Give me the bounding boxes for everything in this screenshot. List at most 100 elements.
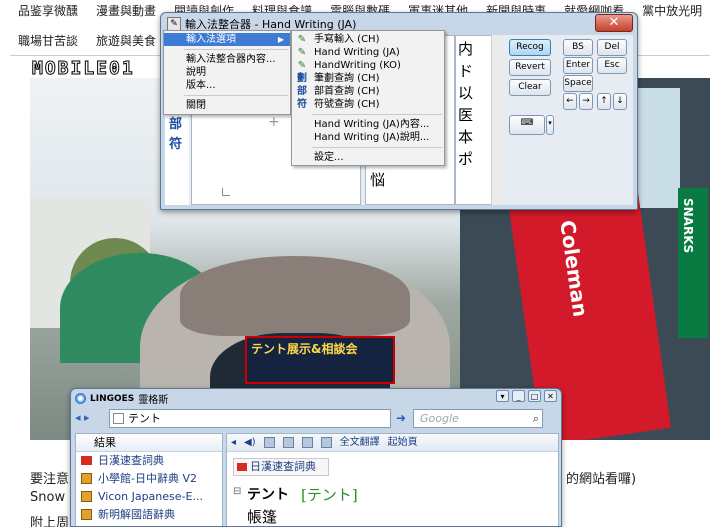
candidate-scrollbar[interactable]	[491, 35, 503, 205]
space-button[interactable]: Space	[563, 75, 593, 92]
search-value: テント	[128, 412, 161, 425]
minimize-button[interactable]: _	[512, 390, 525, 402]
symbol-icon: 符	[297, 99, 307, 110]
menu-item-close[interactable]: 關閉	[164, 99, 290, 112]
candidate-char[interactable]: 内	[458, 38, 473, 59]
speaker-icon[interactable]: ◀)	[244, 434, 256, 451]
site-logo[interactable]: MOBILE01	[32, 58, 135, 80]
radical-icon[interactable]: 部	[169, 113, 182, 132]
nav-link[interactable]: 漫畫與動畫	[96, 2, 156, 26]
nav-link[interactable]: 旅遊與美食	[96, 32, 156, 56]
pen-icon: ✎	[297, 34, 307, 45]
submenu-item-handwriting-ja[interactable]: ✎ Hand Writing (JA)	[292, 46, 444, 59]
result-item[interactable]: 小學館-日中辭典 V2	[76, 470, 222, 488]
article-text: 附上周	[30, 516, 70, 527]
book-icon	[81, 491, 92, 502]
banner-text: Coleman	[555, 218, 593, 319]
lingoes-window: LINGOES 靈格斯 ▾ _ □ ✕ ◂ ▸ テント ➜ Google ⌕ 結…	[70, 388, 562, 527]
close-button[interactable]: ✕	[595, 14, 633, 32]
save-icon[interactable]	[263, 437, 275, 448]
menu-item-version[interactable]: 版本...	[164, 79, 290, 92]
submenu-item-handwriting-ko[interactable]: ✎ HandWriting (KO)	[292, 59, 444, 72]
revert-button[interactable]: Revert	[509, 59, 551, 76]
app-name-cn: 靈格斯	[138, 395, 169, 406]
history-nav-icon[interactable]: ◂ ▸	[75, 411, 90, 424]
menu-item-label: 部首查詢 (CH)	[314, 86, 380, 97]
right-arrow-icon[interactable]: →	[579, 93, 593, 110]
copy-icon[interactable]	[282, 437, 294, 448]
enter-button[interactable]: Enter	[563, 57, 593, 74]
window-controls: ▾ _ □ ✕	[496, 390, 557, 402]
candidate-char[interactable]: 本	[458, 126, 473, 147]
menu-item-label: 輸入法選項	[186, 34, 236, 45]
collapse-icon[interactable]: ⊟	[233, 486, 241, 497]
clear-button[interactable]: Clear	[509, 79, 551, 96]
menu-separator	[312, 147, 442, 148]
submenu-item-settings[interactable]: 設定...	[292, 151, 444, 164]
result-item[interactable]: 新明解國語辭典	[76, 506, 222, 524]
candidate-char[interactable]: 医	[458, 104, 473, 125]
result-label: 新明解國語辭典	[98, 508, 175, 521]
submenu-item-help[interactable]: Hand Writing (JA)說明...	[292, 131, 444, 144]
escape-button[interactable]: Esc	[597, 57, 627, 74]
menu-item-properties[interactable]: 輸入法整合器內容...	[164, 53, 290, 66]
ime-mode-button[interactable]: ⌨	[509, 115, 545, 135]
candidate-char[interactable]: ポ	[458, 148, 473, 169]
search-icon[interactable]: ⌕	[533, 410, 539, 427]
nav-link[interactable]: 職場甘苦談	[18, 32, 78, 56]
delete-button[interactable]: Del	[597, 39, 627, 56]
definition-panel: ◂ ◀) 全文翻譯 起始頁 日漢速查詞典 ⊟ テント [テント] 帳篷	[226, 433, 559, 526]
find-icon[interactable]	[320, 437, 332, 448]
close-button[interactable]: ✕	[544, 390, 557, 402]
down-arrow-icon[interactable]: ↓	[613, 93, 627, 110]
symbol-icon[interactable]: 符	[169, 133, 182, 152]
results-header: 結果	[76, 434, 222, 452]
crosshair-icon: +	[268, 114, 280, 130]
submenu-item-stroke-lookup[interactable]: 劃 筆劃查詢 (CH)	[292, 72, 444, 85]
result-label: 小學館-日中辭典 V2	[98, 472, 197, 485]
ime-app-icon[interactable]: ✎	[167, 17, 181, 31]
result-item[interactable]: Vicon Japanese-E...	[76, 488, 222, 506]
chevron-down-icon[interactable]: ▾	[546, 115, 554, 135]
recog-button[interactable]: Recog	[509, 39, 551, 56]
candidate-char[interactable]: 悩	[370, 169, 385, 190]
menu-separator	[184, 49, 288, 50]
menu-separator	[184, 95, 288, 96]
nav-link[interactable]: 品鉴享微醺	[18, 2, 78, 26]
stroke-icon: 劃	[297, 73, 307, 84]
candidate-char[interactable]: 以	[458, 82, 473, 103]
nav-row-2: 職場甘苦談 旅遊與美食	[18, 32, 156, 56]
candidate-char[interactable]: ド	[458, 60, 473, 81]
article-text: 要注意	[30, 472, 70, 487]
lingoes-titlebar[interactable]: LINGOES 靈格斯	[75, 391, 168, 406]
submenu-item-symbol-lookup[interactable]: 符 符號查詢 (CH)	[292, 98, 444, 111]
app-name: LINGOES	[90, 393, 135, 404]
nav-link[interactable]: 黨中放光明	[642, 2, 702, 26]
china-flag-icon	[81, 456, 92, 465]
article-text: 的網站看囉)	[566, 472, 637, 487]
banner-text: SNARKS	[681, 198, 695, 254]
menu-item-help[interactable]: 說明	[164, 66, 290, 79]
left-arrow-icon[interactable]: ←	[563, 93, 577, 110]
result-item[interactable]: 日漢速查詞典	[76, 452, 222, 470]
submenu-item-radical-lookup[interactable]: 部 部首查詢 (CH)	[292, 85, 444, 98]
search-input[interactable]: テント	[109, 409, 391, 428]
menu-item-ime-options[interactable]: 輸入法選項 ▶	[164, 33, 290, 46]
results-panel: 結果 日漢速查詞典 小學館-日中辭典 V2 Vicon Japanese-E..…	[75, 433, 223, 526]
submenu-item-properties[interactable]: Hand Writing (JA)內容...	[292, 118, 444, 131]
translate-button[interactable]: 全文翻譯	[340, 434, 380, 451]
home-button[interactable]: 起始頁	[388, 434, 418, 451]
maximize-button[interactable]: □	[528, 390, 541, 402]
book-icon	[81, 509, 92, 520]
up-arrow-icon[interactable]: ↑	[597, 93, 611, 110]
menu-dropdown-button[interactable]: ▾	[496, 390, 509, 402]
context-menu: 輸入法選項 ▶ 輸入法整合器內容... 說明 版本... 關閉	[163, 30, 291, 115]
search-row: ◂ ▸ テント ➜ Google ⌕	[75, 409, 557, 429]
backspace-button[interactable]: BS	[563, 39, 593, 56]
back-icon[interactable]: ◂	[231, 434, 236, 451]
dictionary-selector[interactable]: 日漢速查詞典	[233, 458, 329, 476]
print-icon[interactable]	[301, 437, 313, 448]
go-button[interactable]: ➜	[393, 410, 409, 426]
submenu-item-handwriting-ch[interactable]: ✎ 手寫輸入 (CH)	[292, 33, 444, 46]
google-search-input[interactable]: Google ⌕	[413, 409, 543, 428]
